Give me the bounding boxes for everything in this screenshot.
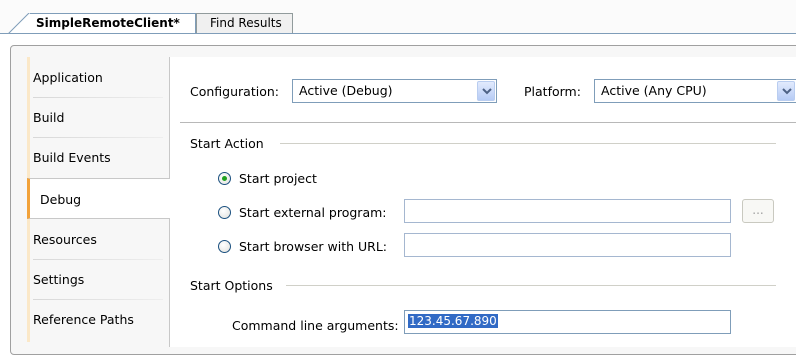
radio-selected-dot: [222, 176, 227, 181]
tab-label: SimpleRemoteClient*: [36, 16, 180, 30]
chevron-down-icon[interactable]: [777, 81, 795, 101]
nav-item-label: Build Events: [33, 150, 111, 165]
tab-label: Find Results: [210, 16, 282, 30]
start-options-title: Start Options: [190, 278, 273, 293]
nav-item-label: Debug: [40, 192, 82, 207]
tab-find-results[interactable]: Find Results: [196, 13, 293, 33]
start-project-radio[interactable]: [218, 172, 231, 185]
chevron-down-icon[interactable]: [477, 81, 495, 101]
browse-button[interactable]: ...: [742, 199, 774, 223]
start-browser-radio[interactable]: [218, 240, 231, 253]
nav-item-label: Resources: [33, 232, 97, 247]
cmd-args-value: 123.45.67.890: [408, 314, 498, 328]
platform-value: Active (Any CPU): [601, 83, 707, 98]
nav-item-label: Settings: [33, 272, 85, 287]
start-action-title: Start Action: [190, 136, 264, 151]
configuration-combo[interactable]: Active (Debug): [292, 79, 497, 103]
external-program-input[interactable]: [404, 199, 731, 223]
nav-item-resources[interactable]: Resources: [27, 219, 169, 260]
config-divider: [180, 122, 796, 123]
nav-item-build-events[interactable]: Build Events: [27, 137, 169, 178]
start-action-rule: [280, 143, 776, 144]
nav-item-label: Reference Paths: [33, 312, 134, 327]
cmd-args-label: Command line arguments:: [232, 318, 399, 333]
start-browser-label[interactable]: Start browser with URL:: [239, 239, 387, 254]
configuration-label: Configuration:: [190, 84, 279, 99]
nav-item-label: Build: [33, 110, 65, 125]
nav-item-reference-paths[interactable]: Reference Paths: [27, 299, 169, 340]
start-external-radio[interactable]: [218, 206, 231, 219]
tab-strip-underline: [0, 33, 796, 34]
platform-label: Platform:: [524, 84, 581, 99]
configuration-value: Active (Debug): [299, 83, 393, 98]
nav-item-settings[interactable]: Settings: [27, 259, 169, 300]
start-project-label[interactable]: Start project: [239, 171, 317, 186]
nav-item-application[interactable]: Application: [27, 57, 169, 98]
cmd-args-input[interactable]: 123.45.67.890: [404, 310, 731, 334]
property-nav: Application Build Build Events Debug Res…: [27, 57, 170, 347]
platform-combo[interactable]: Active (Any CPU): [594, 79, 796, 103]
browser-url-input[interactable]: [404, 233, 731, 257]
nav-item-label: Application: [33, 70, 103, 85]
start-options-rule: [286, 285, 776, 286]
tab-slant-edge: [7, 13, 30, 34]
start-external-label[interactable]: Start external program:: [239, 205, 387, 220]
nav-item-build[interactable]: Build: [27, 97, 169, 138]
nav-item-debug[interactable]: Debug: [27, 178, 170, 219]
tab-simple-remote-client[interactable]: SimpleRemoteClient*: [8, 13, 196, 34]
document-tab-strip: SimpleRemoteClient* Find Results: [0, 0, 796, 34]
